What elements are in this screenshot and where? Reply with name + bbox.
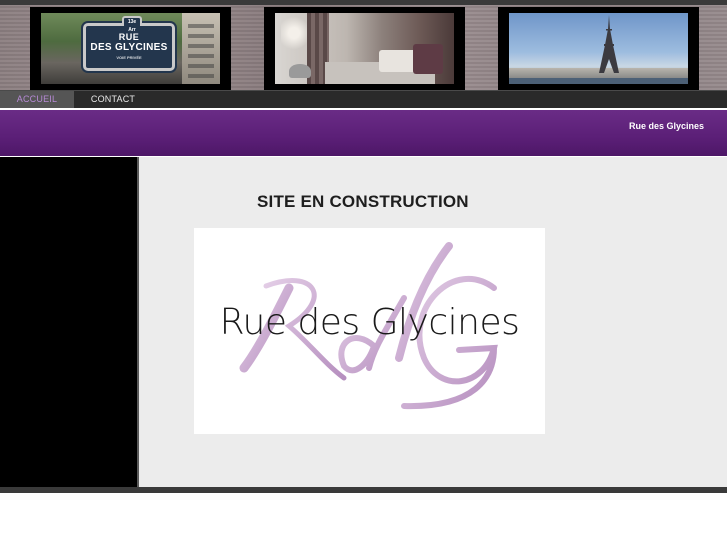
nav-item-contact[interactable]: CONTACT (74, 91, 152, 108)
logo-text: Rue des Glycines (219, 302, 520, 343)
sidebar (0, 157, 137, 487)
site-title: Rue des Glycines (628, 121, 704, 131)
title-band: Rue des Glycines (0, 110, 727, 156)
sign-line-1: RUE (118, 32, 140, 42)
main-navigation: ACCUEIL CONTACT (0, 90, 727, 108)
street-sign-photo: 13e Arr RUE DES GLYCINES VOIE PRIVÉE (30, 7, 231, 90)
header-banner: 13e Arr RUE DES GLYCINES VOIE PRIVÉE (0, 0, 727, 90)
page: 13e Arr RUE DES GLYCINES VOIE PRIVÉE ACC… (0, 0, 727, 545)
eiffel-tower-photo (498, 7, 699, 90)
main-content: SITE EN CONSTRUCTION Rue des Glycines (139, 157, 727, 487)
room-photo (264, 7, 465, 90)
eiffel-tower-icon (599, 15, 619, 73)
logo-image: Rue des Glycines (194, 228, 545, 434)
sign-line-2: DES GLYCINES (90, 42, 168, 53)
sign-arrondissement: 13e Arr (122, 16, 142, 33)
street-sign: 13e Arr RUE DES GLYCINES VOIE PRIVÉE (83, 16, 175, 71)
page-heading: SITE EN CONSTRUCTION (257, 192, 469, 211)
footer-bar (0, 487, 727, 493)
nav-item-accueil[interactable]: ACCUEIL (0, 91, 74, 108)
sign-line-3: VOIE PRIVÉE (116, 55, 142, 60)
